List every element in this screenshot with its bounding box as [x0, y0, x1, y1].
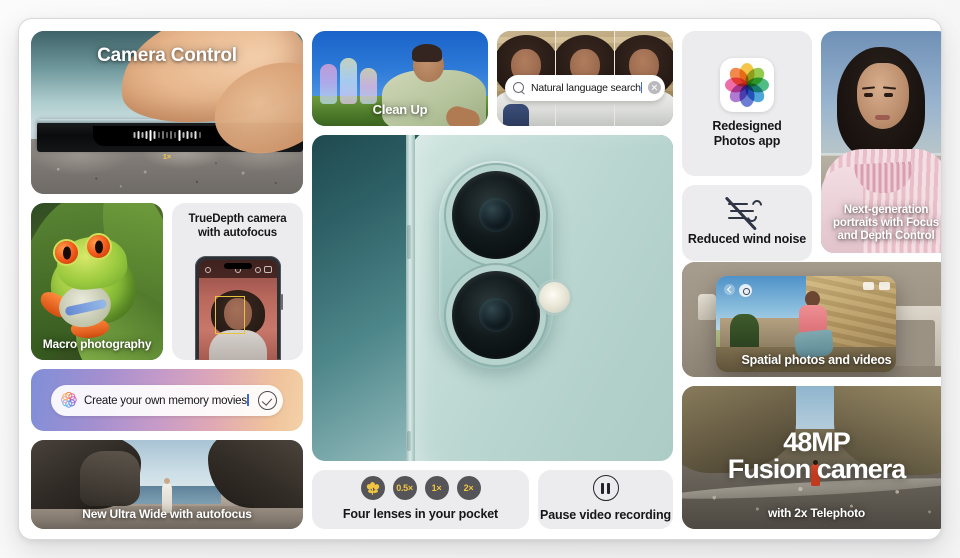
lens-option-0-5x[interactable]: 0.5×: [392, 476, 417, 501]
rock-formation-right: [208, 440, 303, 508]
back-chevron-icon[interactable]: [724, 284, 735, 295]
lens-option-macro[interactable]: [360, 476, 385, 501]
clear-circle-icon[interactable]: [648, 81, 662, 95]
subject-torso: [208, 330, 267, 360]
tile-memory-movies[interactable]: Create your own memory movies: [31, 369, 303, 431]
window-controls[interactable]: [863, 282, 890, 290]
camera-control-title: Camera Control: [97, 45, 237, 66]
dynamic-island: [223, 263, 252, 269]
subject-eye: [884, 93, 893, 97]
zoom-slider-ticks[interactable]: [133, 129, 201, 141]
ghost-figure: [320, 64, 337, 104]
tile-pause-video[interactable]: Pause video recording: [538, 470, 673, 529]
search-icon: [513, 81, 525, 94]
tile-next-generation-portraits[interactable]: Next-generation portraits with Focus and…: [821, 31, 941, 253]
ghost-figure: [340, 58, 357, 104]
apple-intelligence-ring-icon: [60, 391, 77, 409]
photos-app-caption-line1: Redesigned: [712, 118, 782, 133]
tile-redesigned-photos-app[interactable]: Redesigned Photos app: [682, 31, 812, 176]
phone-side-button: [280, 294, 283, 310]
text-cursor: [640, 81, 643, 93]
tile-natural-language-search[interactable]: Natural language search: [497, 31, 673, 126]
tile-four-lenses[interactable]: 0.5× 1× 2× Four lenses in your pocket: [312, 470, 529, 529]
lens-option-1x[interactable]: 1×: [424, 476, 449, 501]
subject-jeans: [503, 104, 529, 126]
frog-pupil: [94, 240, 103, 253]
spatial-caption: Spatial photos and videos: [741, 353, 892, 367]
spatial-trees: [730, 314, 760, 349]
microphone-hole: [493, 262, 499, 268]
truedepth-heading-line2: with autofocus: [197, 227, 278, 240]
truedepth-heading-line1: TrueDepth camera: [188, 213, 287, 225]
desktop-background: 1× Camera Control Macro photography True…: [0, 0, 960, 558]
wide-camera-lens: [452, 170, 541, 259]
phone-mockup: [194, 256, 283, 360]
tile-truedepth-camera[interactable]: TrueDepth camera with autofocus: [172, 203, 303, 360]
phone-side-rail: [405, 135, 415, 461]
floor-lamp: [698, 294, 716, 320]
ultra-wide-caption: New Ultra Wide with autofocus: [82, 506, 252, 521]
pause-video-caption: Pause video recording: [540, 508, 671, 523]
subject-eye: [864, 93, 873, 97]
clean-up-caption: Clean Up: [372, 102, 428, 118]
lens-selector[interactable]: 0.5× 1× 2×: [360, 476, 481, 501]
fusion-title-line2: Fusion camera: [727, 453, 907, 484]
subject-lips: [875, 115, 890, 120]
portrait-caption-line3: and Depth Control: [837, 230, 935, 243]
phone-screen: [198, 260, 277, 360]
tile-clean-up[interactable]: Clean Up: [312, 31, 488, 126]
live-photo-icon[interactable]: [254, 267, 261, 273]
fusion-subtitle: with 2x Telephoto: [767, 505, 866, 520]
focus-rectangle: [214, 296, 245, 334]
check-circle-icon[interactable]: [258, 390, 277, 410]
wind-noise-caption: Reduced wind noise: [687, 231, 807, 246]
truedepth-heading: TrueDepth camera with autofocus: [172, 203, 303, 240]
iphone-back-panel: [405, 135, 673, 461]
macro-caption: Macro photography: [42, 336, 152, 351]
text-cursor: [247, 393, 249, 406]
flash-icon[interactable]: [204, 267, 211, 273]
portrait-caption-line2: portraits with Focus: [833, 217, 939, 230]
tile-ultra-wide[interactable]: New Ultra Wide with autofocus: [31, 440, 303, 529]
photos-app-caption: Redesigned Photos app: [712, 118, 782, 150]
fusion-title-line1: 48MP: [783, 426, 851, 457]
memory-movies-text: Create your own memory movies: [84, 393, 249, 407]
four-lenses-caption: Four lenses in your pocket: [342, 507, 499, 522]
pause-icon[interactable]: [592, 475, 619, 502]
frog-eye: [87, 235, 110, 258]
photos-app-icon[interactable]: [720, 57, 774, 112]
aspect-ratio-icon[interactable]: [263, 266, 272, 273]
frog-pupil: [62, 246, 71, 259]
search-input-value: Natural language search: [531, 81, 643, 94]
removed-people-ghosts: [320, 58, 377, 104]
photos-app-caption-line2: Photos app: [713, 134, 781, 148]
ultrawide-camera-lens: [452, 270, 541, 359]
feature-grid: 1× Camera Control Macro photography True…: [31, 31, 941, 529]
camera-bump: [439, 160, 554, 369]
camera-control-button: [406, 430, 411, 451]
subject-hair: [412, 44, 442, 62]
portrait-caption: Next-generation portraits with Focus and…: [821, 204, 941, 243]
feature-grid-window: 1× Camera Control Macro photography True…: [18, 18, 942, 540]
flash-led: [539, 281, 571, 313]
fusion-camera-title: 48MP Fusion camera: [682, 426, 941, 484]
lens-option-2x[interactable]: 2×: [456, 476, 481, 501]
wind-slash-icon: [725, 196, 766, 231]
tile-spatial-photos-videos[interactable]: Spatial photos and videos: [682, 262, 941, 377]
gear-icon[interactable]: [739, 284, 752, 297]
search-input[interactable]: Natural language search: [505, 74, 665, 101]
portrait-caption-line1: Next-generation: [843, 204, 929, 217]
rock-formation-left-2: [79, 450, 140, 506]
volume-button: [406, 224, 411, 259]
frog-eye: [55, 241, 78, 264]
macro-flower-icon: [365, 481, 380, 495]
tile-reduced-wind-noise[interactable]: Reduced wind noise: [682, 185, 812, 261]
memory-movies-prompt-field[interactable]: Create your own memory movies: [51, 384, 283, 416]
tile-48mp-fusion-camera[interactable]: 48MP Fusion camera with 2x Telephoto: [682, 386, 941, 529]
tile-macro-photography[interactable]: Macro photography: [31, 203, 163, 360]
tile-camera-control[interactable]: 1× Camera Control: [31, 31, 303, 194]
tile-iphone-hero[interactable]: [312, 135, 673, 461]
zoom-level-label: 1×: [162, 151, 172, 161]
